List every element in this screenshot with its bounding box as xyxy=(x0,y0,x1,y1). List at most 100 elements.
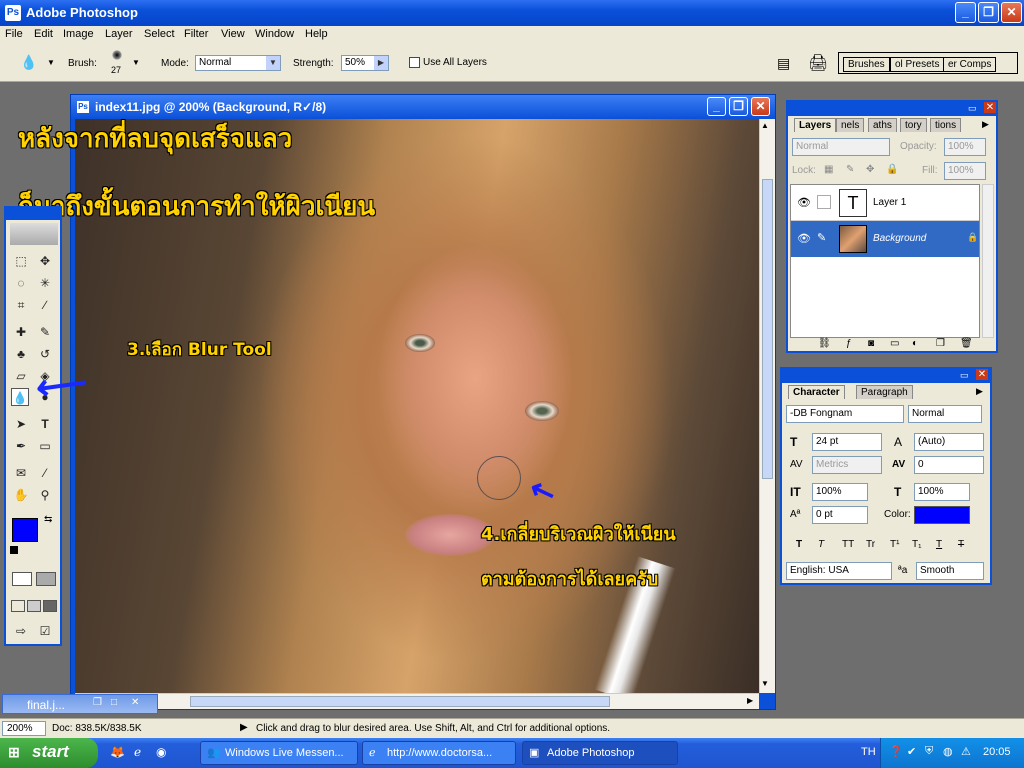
language-select[interactable]: English: USA xyxy=(786,562,892,580)
healing-brush-icon[interactable]: ✚ xyxy=(12,323,30,341)
brush-tool-icon[interactable]: ✎ xyxy=(36,323,54,341)
fill-input[interactable]: 100% xyxy=(944,162,986,180)
security-icon[interactable]: ⛨ xyxy=(925,745,933,758)
task-photoshop[interactable]: ▣ Adobe Photoshop xyxy=(522,741,678,765)
all-caps-button[interactable]: TT xyxy=(842,539,854,550)
faux-bold-button[interactable]: T xyxy=(796,539,802,550)
imageready-icon[interactable]: ⇨ xyxy=(12,622,30,640)
media-player-icon[interactable]: ◉ xyxy=(156,745,166,759)
default-colors-icon[interactable] xyxy=(10,546,18,554)
maximize-button[interactable]: ❐ xyxy=(978,2,999,23)
tab-history[interactable]: tory xyxy=(900,118,927,132)
panel-menu-icon[interactable]: ▶ xyxy=(976,386,983,397)
superscript-button[interactable]: T¹ xyxy=(890,539,899,550)
crop-tool-icon[interactable]: ⌗ xyxy=(12,296,30,314)
subscript-button[interactable]: T₁ xyxy=(912,539,921,550)
layers-scrollbar[interactable] xyxy=(982,184,994,338)
task-messenger[interactable]: 👥 Windows Live Messen... xyxy=(200,741,358,765)
tab-channels[interactable]: nels xyxy=(836,118,865,132)
lock-pixels-icon[interactable]: ✎ xyxy=(846,164,854,175)
history-brush-icon[interactable]: ↺ xyxy=(36,345,54,363)
vertical-scrollbar[interactable]: ▲ ▼ xyxy=(759,119,775,693)
tab-layer-comps[interactable]: er Comps xyxy=(943,57,997,72)
new-layer-icon[interactable]: ❐ xyxy=(936,338,945,349)
panel-minimize-icon[interactable]: ▭ xyxy=(968,103,977,114)
font-family-select[interactable]: -DB Fongnam xyxy=(786,405,904,423)
lasso-tool-icon[interactable]: ◌ xyxy=(12,274,30,292)
menu-filter[interactable]: Filter xyxy=(184,28,208,40)
panel-close-icon[interactable]: ✕ xyxy=(976,369,988,380)
swap-colors-icon[interactable]: ⇆ xyxy=(44,514,52,525)
eye-icon[interactable]: 👁 xyxy=(797,196,811,209)
close-button[interactable]: ✕ xyxy=(1001,2,1022,23)
baseline-shift-input[interactable]: 0 pt xyxy=(812,506,868,524)
eraser-tool-icon[interactable]: ▱ xyxy=(12,367,30,385)
jump-to-icon[interactable]: ☑ xyxy=(36,622,54,640)
firefox-icon[interactable]: 🦊 xyxy=(110,745,125,759)
lock-position-icon[interactable]: ✥ xyxy=(866,164,874,175)
brush-dropdown-icon[interactable]: ▼ xyxy=(132,58,140,67)
font-size-input[interactable]: 24 pt xyxy=(812,433,882,451)
pen-tool-icon[interactable]: ✒ xyxy=(12,437,30,455)
magic-wand-icon[interactable]: ✳ xyxy=(36,274,54,292)
help-icon[interactable]: ❓ xyxy=(889,745,903,758)
new-adjustment-icon[interactable]: ◐ xyxy=(912,338,918,349)
menu-help[interactable]: Help xyxy=(305,28,328,40)
menu-layer[interactable]: Layer xyxy=(105,28,133,40)
lock-transparency-icon[interactable]: ▦ xyxy=(824,164,833,175)
eye-icon[interactable]: 👁 xyxy=(797,232,811,245)
strikethrough-button[interactable]: T xyxy=(958,539,964,550)
hand-tool-icon[interactable]: ✋ xyxy=(12,486,30,504)
leading-input[interactable]: (Auto) xyxy=(914,433,984,451)
file-browser-icon[interactable]: ▤ xyxy=(777,55,790,72)
zoom-input[interactable]: 200% xyxy=(2,721,46,736)
standard-mode-icon[interactable] xyxy=(12,572,32,586)
marquee-tool-icon[interactable]: ⬚ xyxy=(12,252,30,270)
strength-input[interactable]: 50% ▶ xyxy=(341,55,389,71)
menu-view[interactable]: View xyxy=(221,28,245,40)
scroll-up-icon[interactable]: ▲ xyxy=(761,121,769,130)
path-select-icon[interactable]: ➤ xyxy=(12,415,30,433)
tab-paragraph[interactable]: Paragraph xyxy=(856,385,913,399)
horizontal-scrollbar[interactable]: ◀ ▶ xyxy=(75,693,759,709)
faux-italic-button[interactable]: T xyxy=(818,539,824,550)
restore-icon[interactable]: ❐ xyxy=(93,697,102,708)
tab-actions[interactable]: tions xyxy=(930,118,962,132)
lock-all-icon[interactable]: 🔒 xyxy=(886,164,898,175)
new-set-icon[interactable]: ▭ xyxy=(890,338,899,349)
opacity-input[interactable]: 100% xyxy=(944,138,986,156)
quick-mask-icon[interactable] xyxy=(36,572,56,586)
close-icon[interactable]: ✕ xyxy=(131,697,139,708)
menu-file[interactable]: File xyxy=(5,28,23,40)
tracking-input[interactable]: 0 xyxy=(914,456,984,474)
tab-tool-presets[interactable]: ol Presets xyxy=(890,57,945,72)
text-color-swatch[interactable] xyxy=(914,506,970,524)
screen-mode-standard-icon[interactable] xyxy=(11,600,25,612)
chevron-down-icon[interactable]: ▼ xyxy=(47,58,55,67)
font-style-select[interactable]: Normal xyxy=(908,405,982,423)
menu-edit[interactable]: Edit xyxy=(34,28,53,40)
task-browser[interactable]: ℯ http://www.doctorsa... xyxy=(362,741,516,765)
brush-preview-icon[interactable] xyxy=(112,50,122,60)
scroll-right-icon[interactable]: ▶ xyxy=(747,696,753,705)
doc-close-button[interactable]: ✕ xyxy=(751,97,770,116)
zoom-tool-icon[interactable]: ⚲ xyxy=(36,486,54,504)
layer-row-selected[interactable]: 👁 ✎ Background 🔒 xyxy=(791,221,979,257)
move-tool-icon[interactable]: ✥ xyxy=(36,252,54,270)
antialias-select[interactable]: Smooth xyxy=(916,562,984,580)
mode-select[interactable]: Normal ▼ xyxy=(195,55,281,71)
link-icon[interactable] xyxy=(817,195,831,209)
menu-select[interactable]: Select xyxy=(144,28,175,40)
screen-mode-full-icon[interactable] xyxy=(43,600,57,612)
blend-mode-select[interactable]: Normal xyxy=(792,138,890,156)
status-arrow-icon[interactable]: ▶ xyxy=(240,722,248,733)
maximize-icon[interactable]: □ xyxy=(111,697,117,708)
ie-icon[interactable]: ℯ xyxy=(134,745,141,759)
small-caps-button[interactable]: Tr xyxy=(866,539,875,550)
panel-minimize-icon[interactable]: ▭ xyxy=(960,370,969,381)
use-all-layers-checkbox[interactable] xyxy=(409,57,420,68)
notes-tool-icon[interactable]: ✉ xyxy=(12,464,30,482)
foreground-color-swatch[interactable] xyxy=(12,518,38,542)
blur-tool-preset-icon[interactable]: 💧 xyxy=(20,54,37,71)
tab-brushes[interactable]: Brushes xyxy=(843,57,890,72)
